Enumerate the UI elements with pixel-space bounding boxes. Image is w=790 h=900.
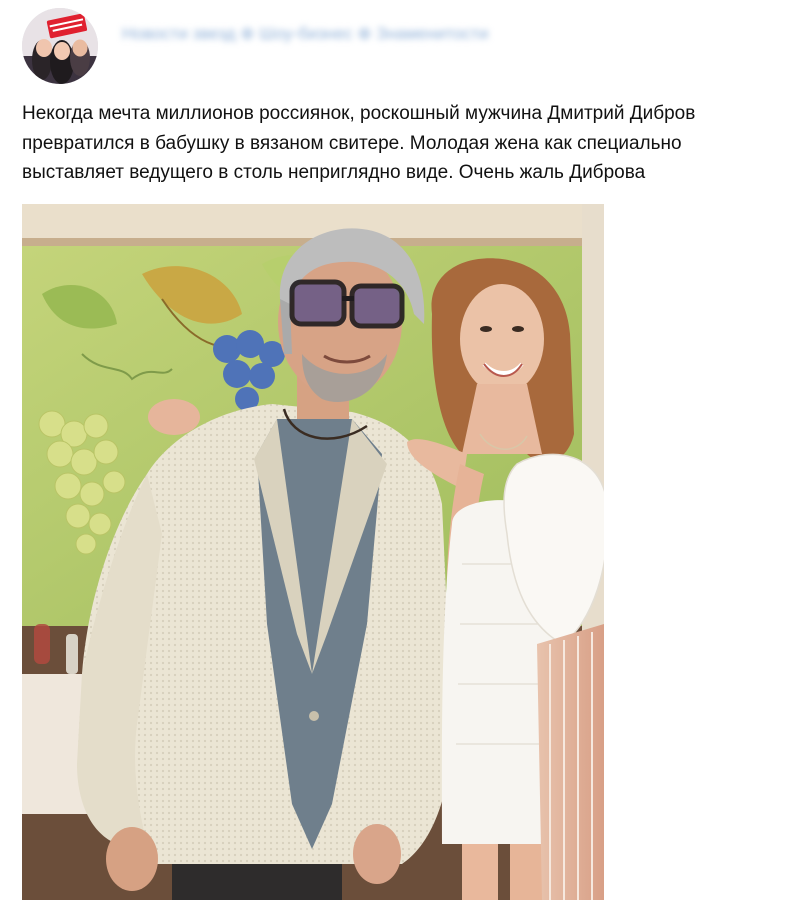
post-text-line: Некогда мечта миллионов россиянок, роско… bbox=[22, 103, 696, 124]
community-name-blurred[interactable]: Новости звезд ⊕ Шоу-бизнес ⊕ Знаменитост… bbox=[122, 24, 488, 44]
post-text: Некогда мечта миллионов россиянок, роско… bbox=[22, 99, 784, 188]
post-header: Новости звезд ⊕ Шоу-бизнес ⊕ Знаменитост… bbox=[22, 8, 782, 86]
post-text-line: выставляет ведущего в столь неприглядно … bbox=[22, 162, 646, 183]
avatar-icon bbox=[22, 8, 98, 84]
post-photo[interactable] bbox=[22, 204, 604, 900]
photo-illustration bbox=[22, 204, 604, 900]
post-text-line: превратился в бабушку в вязаном свитере.… bbox=[22, 132, 682, 154]
community-avatar[interactable] bbox=[22, 8, 98, 84]
